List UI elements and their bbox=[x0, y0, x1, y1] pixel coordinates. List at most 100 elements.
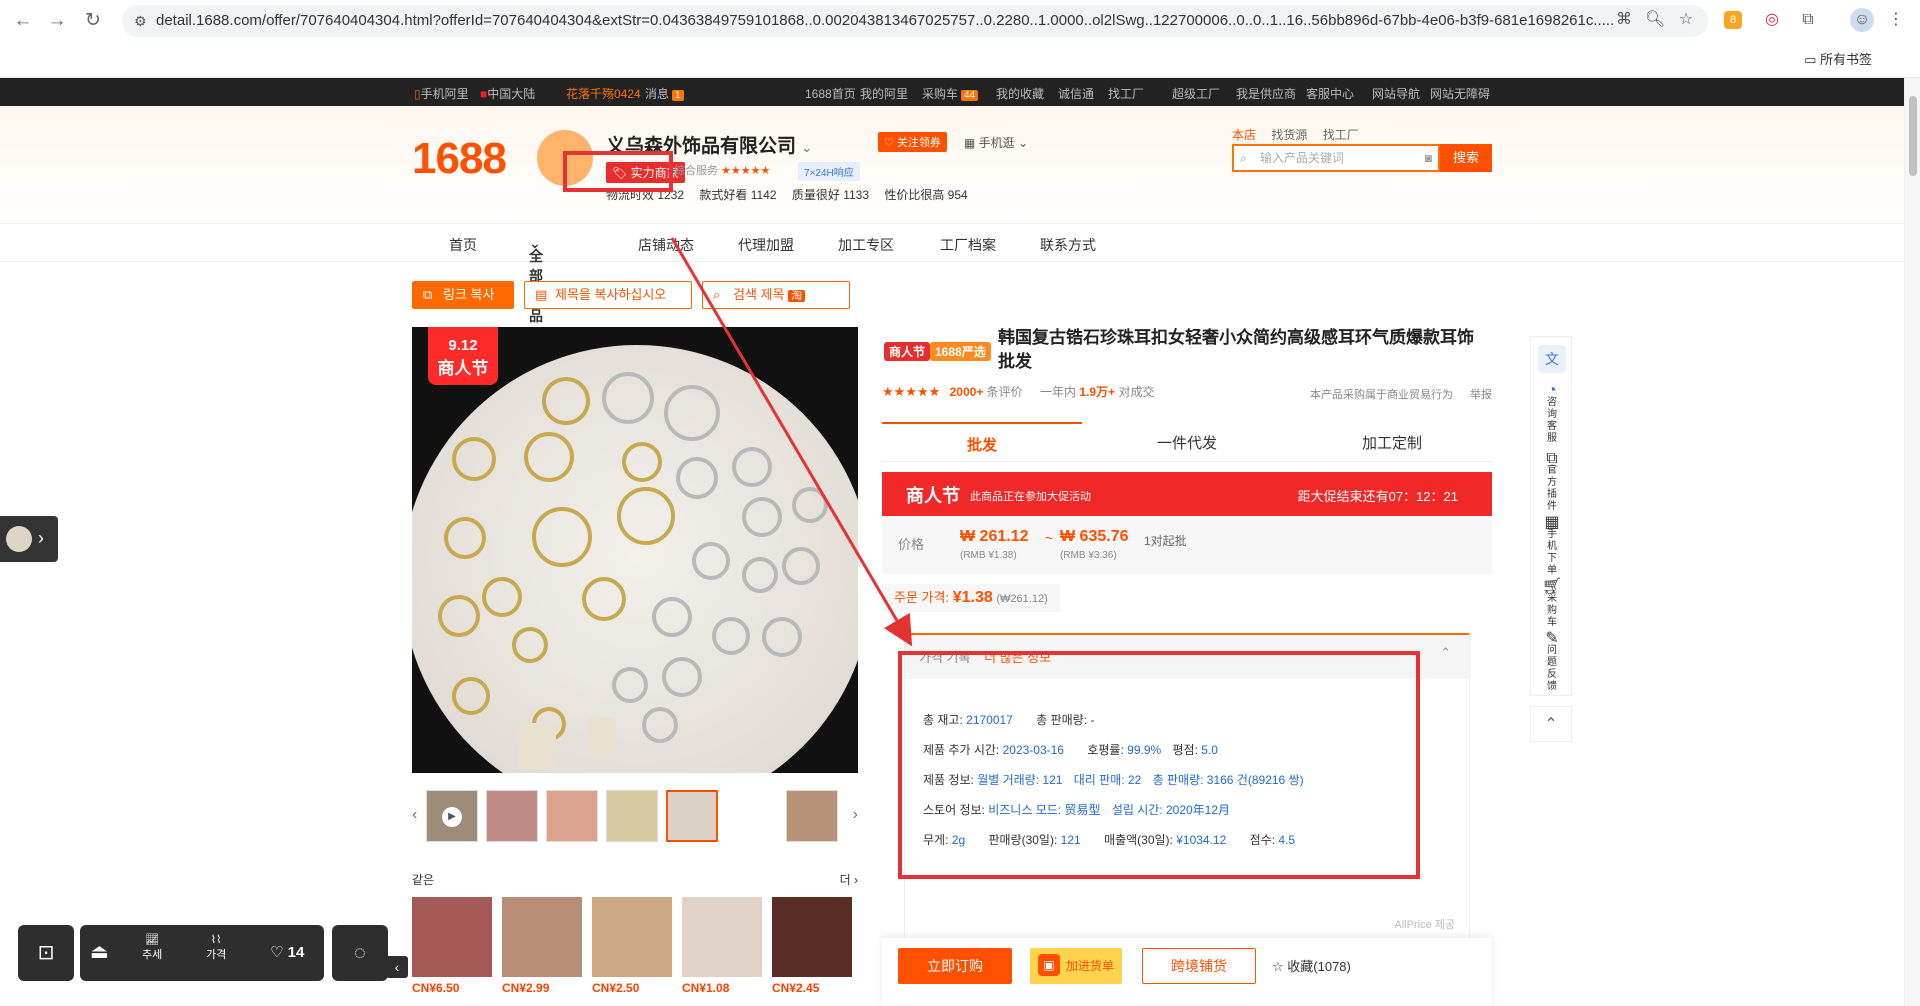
translate-icon[interactable]: ⌘ bbox=[1612, 8, 1636, 32]
topbar-cart[interactable]: 采购车 44 bbox=[922, 85, 979, 102]
tab-wholesale[interactable]: 批发 bbox=[882, 422, 1082, 462]
zoom-icon[interactable]: 🔍︎ bbox=[1643, 8, 1667, 32]
extension-icon[interactable]: ◎ bbox=[1760, 8, 1784, 32]
product-main-image[interactable]: 9.12 商人节 bbox=[412, 327, 858, 773]
chevron-right-icon[interactable]: › bbox=[853, 806, 858, 824]
price-button[interactable]: ⌇⌇ 가격 bbox=[206, 933, 226, 962]
puzzle-icon[interactable]: ⧉ bbox=[1796, 8, 1820, 32]
stat-quality: 质量很好 1133 bbox=[791, 188, 869, 202]
search-tab-source[interactable]: 找货源 bbox=[1271, 128, 1307, 142]
site-logo[interactable]: 1688 bbox=[412, 134, 507, 184]
topbar-favorites[interactable]: 我的收藏 bbox=[996, 85, 1044, 102]
similar-item-image[interactable] bbox=[772, 897, 852, 977]
topbar-messages[interactable]: 消息 1 bbox=[645, 85, 684, 102]
chevron-left-icon[interactable]: ‹ bbox=[412, 806, 417, 824]
topbar-region[interactable]: ■中国大陆 bbox=[480, 85, 535, 102]
sidebar-mobile-order[interactable]: ▦ 手机下单 bbox=[1531, 514, 1573, 577]
taobao-icon: 淘 bbox=[788, 290, 806, 302]
topbar-accessibility[interactable]: 网站无障碍 bbox=[1430, 85, 1490, 102]
sidebar-cart[interactable]: 🛒︎ 采购车 bbox=[1531, 579, 1573, 629]
cross-border-button[interactable]: 跨境铺货 bbox=[1142, 948, 1256, 984]
add-to-cart-button[interactable]: ▣ 加进货单 bbox=[1030, 948, 1122, 984]
topbar-super-factory[interactable]: 超级工厂 bbox=[1172, 85, 1220, 102]
sidebar-translate[interactable]: 文 bbox=[1531, 345, 1573, 373]
favorite-button[interactable]: ☆ 收藏(1078) bbox=[1272, 956, 1351, 975]
search-tab-factory[interactable]: 找工厂 bbox=[1323, 128, 1359, 142]
similar-item-image[interactable] bbox=[592, 897, 672, 977]
copy-title-button[interactable]: ▤ 제목을 복사하십시오 bbox=[524, 281, 692, 309]
topbar-supplier[interactable]: 我是供应商 bbox=[1236, 85, 1296, 102]
topbar-site-nav[interactable]: 网站导航 bbox=[1372, 85, 1420, 102]
scrollbar-thumb[interactable] bbox=[1909, 96, 1917, 176]
topbar-username[interactable]: 花落千殇0424 bbox=[566, 85, 641, 102]
similar-item-image[interactable] bbox=[682, 897, 762, 977]
puzzle-icon: ⧉ bbox=[1546, 450, 1558, 467]
nav-processing[interactable]: 加工专区 bbox=[838, 235, 894, 255]
star-icon[interactable]: ☆ bbox=[1674, 8, 1698, 32]
topbar-service[interactable]: 客服中心 bbox=[1306, 85, 1354, 102]
nav-factory-profile[interactable]: 工厂档案 bbox=[940, 235, 996, 255]
avatar[interactable]: ☺ bbox=[1850, 8, 1874, 32]
bag-button[interactable]: ⊡ bbox=[18, 925, 74, 981]
page-scrollbar[interactable] bbox=[1904, 78, 1920, 1006]
sidebar-customer-service[interactable]: ◔ 咨询客服 bbox=[1531, 383, 1573, 445]
left-float-widget[interactable]: › bbox=[0, 516, 58, 562]
thumbnail[interactable] bbox=[786, 790, 838, 842]
buy-now-button[interactable]: 立即订购 bbox=[898, 948, 1012, 984]
similar-products: 같은 더 › CN¥6.50 CN¥2.99 CN¥2.50 CN¥1.08 C… bbox=[412, 867, 858, 1006]
back-to-top-button[interactable]: ⌃ bbox=[1530, 706, 1572, 742]
site-info-icon[interactable]: ⚙ bbox=[134, 5, 147, 37]
mobile-browse-button[interactable]: ▦ 手机逛 ⌄ bbox=[964, 134, 1028, 151]
back-icon[interactable]: ← bbox=[10, 8, 36, 34]
tab-custom[interactable]: 加工定制 bbox=[1292, 432, 1492, 453]
thumbnail[interactable] bbox=[486, 790, 538, 842]
topbar-find-factory[interactable]: 找工厂 bbox=[1108, 85, 1144, 102]
search-button[interactable]: 搜索 bbox=[1440, 144, 1492, 172]
search-title-button[interactable]: ⌕ 검색 제목 淘 bbox=[702, 281, 850, 309]
nav-contact[interactable]: 联系方式 bbox=[1040, 235, 1096, 255]
search-tab-store[interactable]: 本店 bbox=[1232, 128, 1256, 142]
tab-dropship[interactable]: 一件代发 bbox=[1087, 432, 1287, 453]
similar-more-link[interactable]: 더 › bbox=[840, 871, 858, 888]
qr-icon: ▦ bbox=[1544, 514, 1560, 531]
copy-link-button[interactable]: ⧉ 링크 복사 bbox=[412, 281, 514, 309]
camera-icon[interactable]: ◙ bbox=[1425, 146, 1432, 170]
nav-home[interactable]: 首页 bbox=[449, 235, 477, 255]
collapse-toolbar-button[interactable]: ‹ bbox=[386, 956, 408, 978]
promo-countdown: 距大促结束还有07：12：21 bbox=[1297, 489, 1458, 504]
report-link[interactable]: 举报 bbox=[1470, 386, 1492, 402]
topbar-mobile[interactable]: ▯手机阿里 bbox=[414, 85, 469, 102]
thumbnail[interactable] bbox=[546, 790, 598, 842]
trend-button[interactable]: 📈︎ 추세 bbox=[142, 933, 162, 962]
nav-franchise[interactable]: 代理加盟 bbox=[738, 235, 794, 255]
search-input[interactable]: ⌕ 输入产品关键词 ◙ bbox=[1232, 144, 1440, 172]
menu-icon[interactable]: ⋮ bbox=[1884, 8, 1908, 32]
similar-item-image[interactable] bbox=[502, 897, 582, 977]
address-bar[interactable]: ⚙ detail.1688.com/offer/707640404304.htm… bbox=[122, 5, 1708, 37]
topbar-my-ali[interactable]: 我的阿里 bbox=[860, 85, 908, 102]
likes-button[interactable]: ♡ 14 bbox=[270, 943, 304, 961]
thumbnail[interactable] bbox=[726, 790, 778, 842]
sidebar-plugin[interactable]: ⧉ 官方插件 bbox=[1531, 450, 1573, 513]
sidebar-feedback[interactable]: ✎ 问题反馈 bbox=[1531, 631, 1573, 693]
follow-coupon-button[interactable]: ♡ 关注领券 bbox=[878, 132, 947, 152]
reload-icon[interactable]: ↻ bbox=[80, 8, 106, 34]
search-scope-tabs: 本店 找货源 找工厂 bbox=[1232, 126, 1371, 143]
nav-all-products[interactable]: 全部商品 ⌄ bbox=[529, 235, 543, 324]
similar-item-price: CN¥2.50 bbox=[592, 981, 640, 995]
forward-icon[interactable]: → bbox=[44, 8, 70, 34]
topbar-home[interactable]: 1688首页 bbox=[805, 85, 856, 102]
thumbnail[interactable] bbox=[606, 790, 658, 842]
thumbnail-video[interactable]: ▶ bbox=[426, 790, 478, 842]
order-price-won: (₩261.12) bbox=[996, 593, 1048, 605]
eject-icon[interactable]: ⏏ bbox=[90, 939, 109, 964]
nav-updates[interactable]: 店铺动态 bbox=[638, 235, 694, 255]
chevron-right-icon: › bbox=[38, 528, 44, 548]
chat-button[interactable]: ◌ bbox=[332, 925, 388, 981]
product-rating-row: ★★★★★ 2000+ 条评价 一年内 1.9万+ 对成交 bbox=[882, 384, 1155, 399]
similar-item-image[interactable] bbox=[412, 897, 492, 977]
bookmarks-bar-all[interactable]: ▭ 所有书签 bbox=[1804, 49, 1872, 68]
topbar-trustpass[interactable]: 诚信通 bbox=[1058, 85, 1094, 102]
extension-icon[interactable]: 8 bbox=[1724, 11, 1742, 29]
thumbnail-selected[interactable] bbox=[666, 790, 718, 842]
